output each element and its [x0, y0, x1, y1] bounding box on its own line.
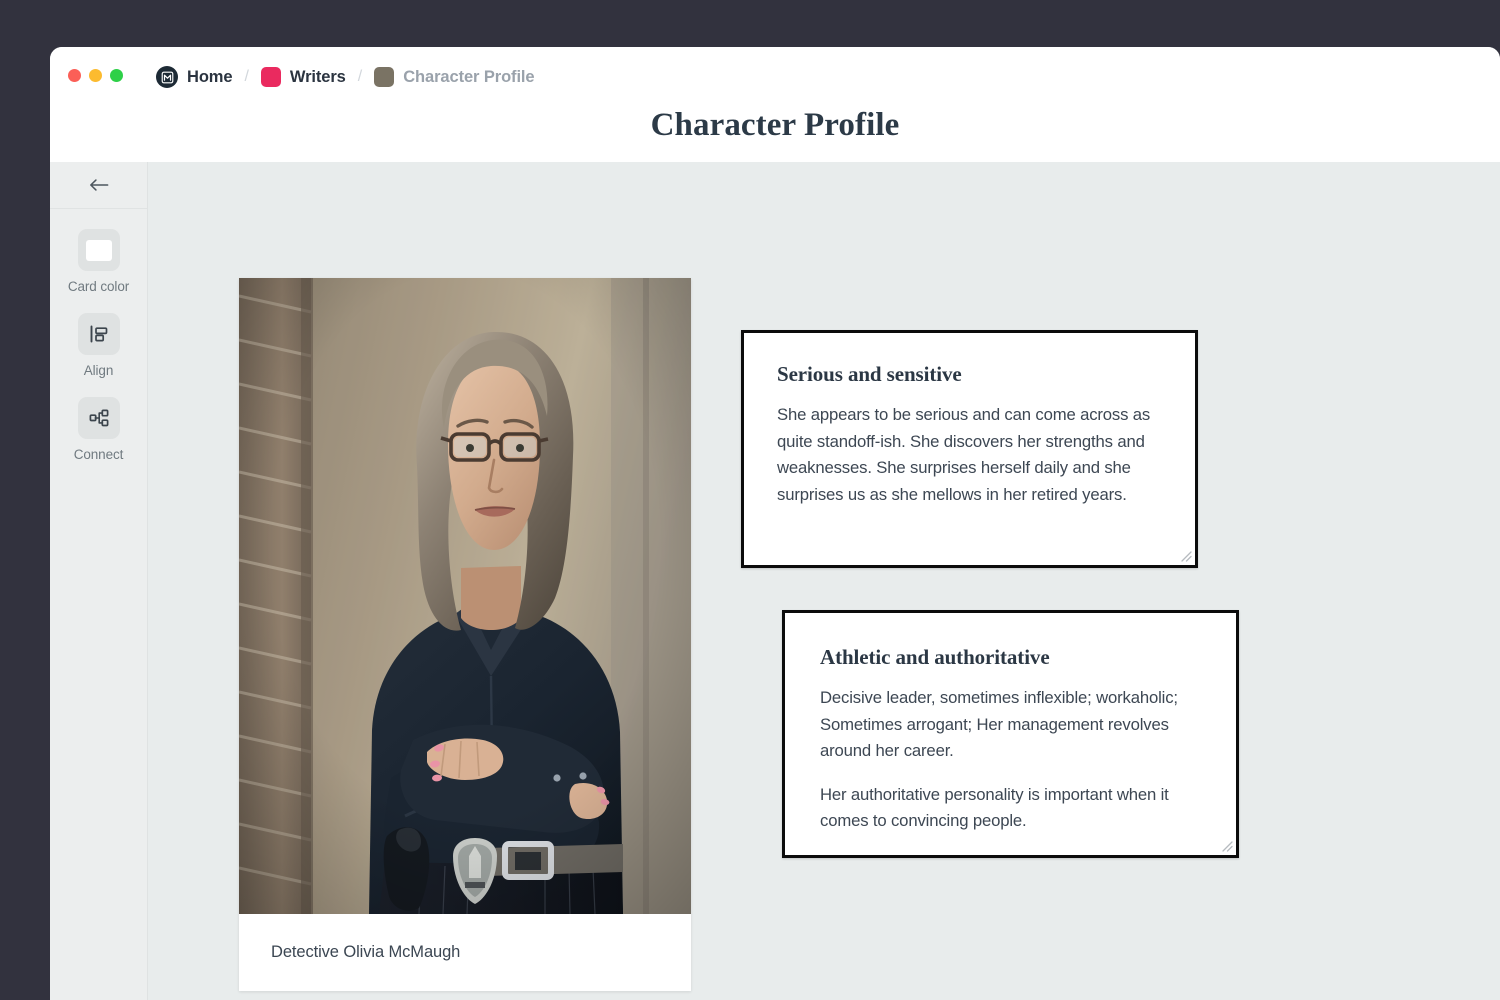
breadcrumb-item-writers[interactable]: Writers	[260, 67, 346, 87]
app-window: Home / Writers / Character Profile Chara…	[50, 47, 1500, 1000]
card-color-button[interactable]	[77, 229, 120, 271]
minimize-window-button[interactable]	[89, 69, 102, 82]
text-card-heading: Athletic and authoritative	[820, 645, 1050, 669]
character-profile-color-swatch-icon	[374, 67, 395, 87]
sidebar-item-align[interactable]: Align	[50, 313, 147, 378]
align-left-icon	[90, 325, 107, 343]
breadcrumb: Home / Writers / Character Profile	[156, 65, 535, 89]
breadcrumb-label-character-profile: Character Profile	[403, 67, 535, 86]
sidebar-tool-list: Card color Align Connect	[50, 209, 147, 462]
window-titlebar: Home / Writers / Character Profile Chara…	[50, 47, 1500, 162]
maximize-window-button[interactable]	[110, 69, 123, 82]
board-canvas[interactable]: Detective Olivia McMaugh Serious and sen…	[148, 162, 1500, 1000]
text-card-paragraph: Decisive leader, sometimes inflexible; w…	[820, 688, 1178, 760]
sidebar-item-card-color[interactable]: Card color	[50, 229, 147, 294]
traffic-light-controls	[68, 69, 123, 82]
home-logo-icon	[156, 66, 178, 88]
text-card-content: Serious and sensitive She appears to be …	[744, 333, 1195, 508]
color-swatch-icon	[85, 239, 112, 261]
text-card-content: Athletic and authoritative Decisive lead…	[785, 613, 1236, 835]
character-photo	[239, 278, 691, 914]
photo-card-caption: Detective Olivia McMaugh	[271, 943, 461, 961]
sidebar-label-connect: Connect	[73, 447, 124, 462]
connect-button[interactable]	[77, 397, 120, 439]
resize-handle[interactable]	[1219, 838, 1233, 852]
text-card-paragraph: Her authoritative personality is importa…	[820, 784, 1169, 831]
resize-handle[interactable]	[1178, 548, 1192, 562]
sidebar-back-button[interactable]	[50, 162, 147, 209]
breadcrumb-item-character-profile[interactable]: Character Profile	[374, 67, 535, 87]
arrow-left-icon	[89, 179, 108, 191]
breadcrumb-item-home[interactable]: Home	[156, 66, 233, 88]
window-body: Card color Align Connect Detective Olivi…	[50, 162, 1500, 1000]
connect-share-icon	[89, 409, 108, 427]
sidebar-label-align: Align	[83, 363, 114, 378]
writers-color-swatch-icon	[260, 67, 281, 87]
sidebar-item-connect[interactable]: Connect	[50, 397, 147, 462]
text-card-heading: Serious and sensitive	[777, 362, 962, 386]
text-card-serious-and-sensitive[interactable]: Serious and sensitive She appears to be …	[741, 330, 1198, 568]
breadcrumb-separator: /	[244, 68, 249, 85]
photo-card[interactable]: Detective Olivia McMaugh	[239, 278, 691, 991]
close-window-button[interactable]	[68, 69, 81, 82]
tool-sidebar: Card color Align Connect	[50, 162, 148, 1000]
text-card-athletic-and-authoritative[interactable]: Athletic and authoritative Decisive lead…	[782, 610, 1239, 858]
character-photo-illustration	[239, 278, 691, 914]
breadcrumb-label-home: Home	[187, 67, 233, 86]
breadcrumb-label-writers: Writers	[289, 67, 346, 86]
page-title-text: Character Profile	[650, 107, 900, 143]
breadcrumb-separator: /	[357, 68, 363, 85]
align-button[interactable]	[77, 313, 120, 355]
text-card-paragraph: She appears to be serious and can come a…	[777, 405, 1151, 504]
sidebar-label-card-color: Card color	[67, 279, 130, 294]
